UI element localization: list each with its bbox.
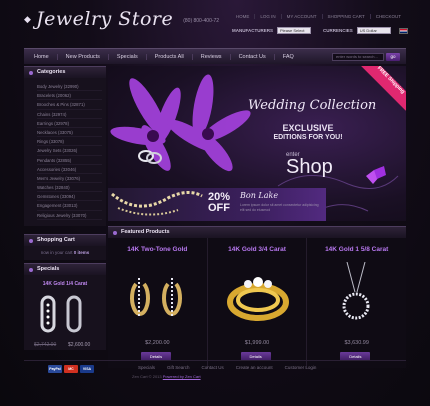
search-input[interactable]: enter words to search... <box>332 53 384 61</box>
nav-home[interactable]: Home <box>24 54 57 60</box>
special-earrings-image[interactable] <box>24 291 106 337</box>
phone-number: (80) 800-400-72 <box>183 18 220 24</box>
footer: PayPal MC VISA Specials Gift Search Cont… <box>24 360 406 382</box>
banner-title: Wedding Collection <box>248 98 377 113</box>
manufacturers-label: Manufacturers <box>232 28 273 33</box>
promo-brand: Bon Lake <box>240 191 279 200</box>
category-item[interactable]: Men's Jewelry (33076) <box>37 174 102 184</box>
footer-link-gift-search[interactable]: Gift Search <box>161 365 196 370</box>
nav-new-products[interactable]: New Products <box>56 53 108 60</box>
top-link-home[interactable]: Home <box>231 14 255 19</box>
product-card: 14K Gold 1 5/8 Carat $3,630.99 Details <box>307 238 406 368</box>
top-link-login[interactable]: Log in <box>254 14 280 19</box>
category-item[interactable]: Watches (32840) <box>37 183 102 193</box>
top-link-checkout[interactable]: Checkout <box>369 14 406 19</box>
category-item[interactable]: Religious Jewelry (33070) <box>37 211 102 220</box>
product-earrings-image[interactable] <box>108 262 207 334</box>
manufacturers-select[interactable]: Please Select <box>277 27 311 34</box>
diamond-icon: ◆ <box>24 14 31 24</box>
currencies-select[interactable]: US Dollar <box>356 27 391 34</box>
product-ring-image[interactable] <box>208 262 307 334</box>
copyright: Zen Cart © 2013 Powered by Zen Cart <box>132 374 201 379</box>
sidebar: Categories Body Jewelry (32990) Bracelet… <box>24 66 106 350</box>
nav-faq[interactable]: FAQ <box>273 53 302 60</box>
category-item[interactable]: Pendants (32855) <box>37 156 102 165</box>
product-name[interactable]: 14K Two-Tone Gold <box>108 246 207 253</box>
banner-shop[interactable]: Shop <box>286 156 333 179</box>
promo-description: Lorem ipsum dolor sit amet consectetur a… <box>240 203 319 212</box>
copyright-text: Zen Cart © 2013 <box>132 374 162 379</box>
footer-link-specials[interactable]: Specials <box>132 365 161 370</box>
search-go-button[interactable]: go <box>386 53 400 61</box>
categories-list: Body Jewelry (32990) Bracelets (20062) B… <box>24 78 106 226</box>
featured-heading: Featured Products <box>108 226 406 238</box>
category-item[interactable]: Earrings (32978) <box>37 119 102 128</box>
footer-link-contact[interactable]: Contact Us <box>196 365 230 370</box>
cart-summary: now in your cart 0 items <box>24 246 106 260</box>
product-pendant-image[interactable] <box>307 262 406 334</box>
top-links: Home Log in My account Shopping cart Che… <box>231 14 406 19</box>
category-item[interactable]: Necklaces (33075) <box>37 128 102 138</box>
top-link-account[interactable]: My account <box>280 14 322 19</box>
specials-box: 14K Gold 1/4 Carat $2,742.00 $2,600.00 <box>24 275 106 350</box>
category-item[interactable]: Chains (32974) <box>37 110 102 119</box>
language-flag-icon[interactable] <box>398 27 408 34</box>
promo-banner[interactable]: 20% OFF Bon Lake Lorem ipsum dolor sit am… <box>108 188 326 221</box>
nav-specials[interactable]: Specials <box>107 53 146 60</box>
category-item[interactable]: Body Jewelry (32990) <box>37 82 102 92</box>
product-price: $3,630.99 <box>344 340 369 346</box>
page: ◆ Jewelry Store (80) 800-400-72 Home Log… <box>0 0 430 406</box>
categories-heading: Categories <box>24 66 106 78</box>
nav-contact-us[interactable]: Contact Us <box>229 53 274 60</box>
category-item[interactable]: Jewelry Sets (33026) <box>37 146 102 156</box>
banner-line2: EDITIONS FOR YOU! <box>273 134 343 141</box>
product-name[interactable]: 14K Gold 3/4 Carat <box>208 246 307 253</box>
product-card: 14K Two-Tone Gold $2,200.00 Details <box>108 238 208 368</box>
payment-cards: PayPal MC VISA <box>48 365 94 373</box>
visa-icon: VISA <box>80 365 94 373</box>
footer-link-login[interactable]: Customer Login <box>279 365 323 370</box>
main-nav: Home New Products Specials Products All … <box>24 48 406 64</box>
category-item[interactable]: Accessories (33046) <box>37 165 102 174</box>
header-selectors: Manufacturers Please Select Currencies U… <box>232 27 408 34</box>
nav-products-all[interactable]: Products All <box>145 53 192 60</box>
promo-percent: 20% OFF <box>208 192 230 214</box>
featured-products: Featured Products 14K Two-Tone Gold $2,2… <box>108 226 406 368</box>
product-price: $1,999.00 <box>244 340 270 346</box>
powered-by-link[interactable]: Powered by Zen Cart <box>163 374 201 379</box>
special-old-price: $2,742.00 <box>34 342 57 348</box>
category-item[interactable]: Gemstones (33094) <box>37 192 102 202</box>
category-item[interactable]: Rings (33078) <box>37 137 102 147</box>
specials-heading: Specials <box>24 263 106 275</box>
store-logo[interactable]: ◆ Jewelry Store (80) 800-400-72 <box>24 6 219 32</box>
cart-count[interactable]: 0 items <box>74 250 90 255</box>
currencies-label: Currencies <box>323 28 353 33</box>
footer-links: Specials Gift Search Contact Us Create a… <box>132 365 322 370</box>
product-grid: 14K Two-Tone Gold $2,200.00 Details 14K … <box>108 238 406 368</box>
top-link-cart[interactable]: Shopping cart <box>321 14 370 19</box>
special-product-name[interactable]: 14K Gold 1/4 Carat <box>24 275 106 287</box>
paypal-icon: PayPal <box>48 365 62 373</box>
category-item[interactable]: Brooches & Pins (32871) <box>37 100 102 110</box>
footer-link-create-account[interactable]: Create an account <box>230 365 279 370</box>
promo-off: OFF <box>208 202 230 214</box>
special-new-price: $2,600.00 <box>68 342 91 348</box>
product-name[interactable]: 14K Gold 1 5/8 Carat <box>307 246 406 253</box>
mastercard-icon: MC <box>64 365 78 373</box>
category-item[interactable]: Bracelets (20062) <box>37 91 102 101</box>
product-card: 14K Gold 3/4 Carat $1,999.00 Details <box>208 238 308 368</box>
logo-text: Jewelry Store <box>36 8 174 30</box>
cart-heading: Shopping Cart <box>24 234 106 246</box>
banner-line1: EXCLUSIVE <box>282 123 334 133</box>
product-price: $2,200.00 <box>145 340 170 346</box>
banner-headline: EXCLUSIVE EDITIONS FOR YOU! <box>258 123 358 143</box>
necklace-image <box>111 191 203 216</box>
category-item[interactable]: Engagement (33013) <box>37 201 102 211</box>
cart-prefix: now in your cart <box>40 250 73 255</box>
nav-reviews[interactable]: Reviews <box>191 53 230 60</box>
